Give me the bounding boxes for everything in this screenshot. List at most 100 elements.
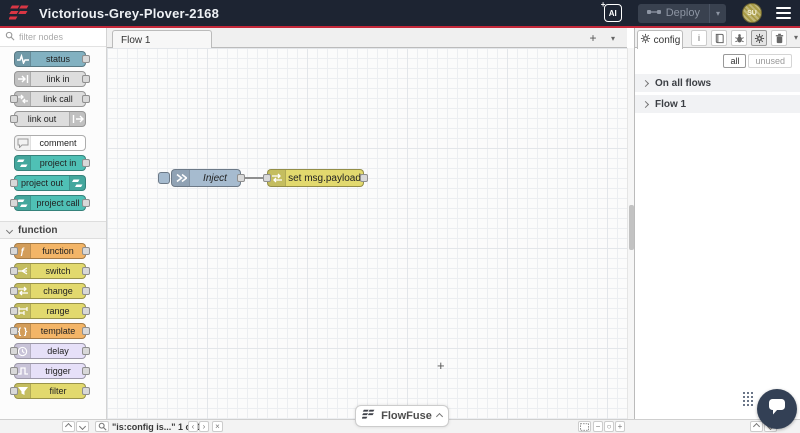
project-icon [69, 176, 85, 190]
inject-node[interactable]: Inject [171, 169, 245, 187]
main-menu-button[interactable] [776, 7, 791, 19]
flow-list-button[interactable]: ▾ [605, 30, 621, 46]
input-port[interactable] [10, 307, 18, 315]
ai-assistant-button[interactable]: + AI [601, 0, 622, 22]
output-port[interactable] [82, 95, 90, 103]
inject-trigger-button[interactable] [158, 172, 170, 184]
chevron-up-icon [64, 422, 73, 431]
output-port[interactable] [82, 247, 90, 255]
sidebar-tabbar: config i ▾ [635, 28, 800, 49]
palette-node-label: function [42, 246, 74, 256]
palette-node-trigger[interactable]: trigger [10, 363, 90, 379]
output-port[interactable] [82, 347, 90, 355]
input-port[interactable] [10, 287, 18, 295]
sparkle-icon: + [600, 0, 606, 9]
chevron-down-icon [78, 422, 87, 431]
delete-tab-button[interactable] [771, 30, 787, 46]
palette-node-range[interactable]: range [10, 303, 90, 319]
input-port[interactable] [10, 247, 18, 255]
input-port[interactable] [10, 347, 18, 355]
filter-all-button[interactable]: all [723, 54, 747, 68]
palette-node-label: trigger [45, 366, 71, 376]
flowfuse-panel-button[interactable]: FlowFuse [355, 405, 449, 427]
palette-node-change[interactable]: change [10, 283, 90, 299]
palette-node-label: project in [39, 158, 77, 168]
deploy-options-button[interactable]: ▾ [708, 3, 726, 23]
flowfuse-logo-icon[interactable] [9, 5, 31, 21]
palette-node-filter[interactable]: filter [10, 383, 90, 399]
output-port[interactable] [82, 327, 90, 335]
tab-flow1[interactable]: Flow 1 [112, 30, 212, 49]
info-tab-button[interactable]: i [691, 30, 707, 46]
palette-category-function[interactable]: function [0, 221, 106, 239]
sidebar-menu-button[interactable]: ▾ [794, 33, 798, 42]
palette-node-label: delay [47, 346, 69, 356]
palette-node-link-in[interactable]: link in [14, 71, 90, 87]
output-port[interactable] [82, 159, 90, 167]
palette-node-switch[interactable]: switch [10, 263, 90, 279]
input-port[interactable] [10, 199, 18, 207]
zoom-out-button[interactable]: − [593, 421, 603, 432]
canvas-scrollbar[interactable] [627, 48, 634, 419]
palette-node-delay[interactable]: delay [10, 343, 90, 359]
output-port[interactable] [82, 199, 90, 207]
workspace-tabbar: Flow 1 + ▾ [107, 28, 627, 49]
input-port[interactable] [263, 174, 271, 182]
palette-node-status[interactable]: status [14, 51, 90, 67]
input-port[interactable] [10, 267, 18, 275]
output-port[interactable] [82, 387, 90, 395]
search-button[interactable] [95, 421, 109, 432]
user-avatar[interactable]: SU [742, 3, 762, 23]
palette-collapse-down-button[interactable] [76, 421, 89, 432]
add-flow-button[interactable]: + [585, 30, 601, 46]
output-port[interactable] [82, 307, 90, 315]
palette-node-comment[interactable]: comment [14, 135, 86, 151]
config-tab-button[interactable] [751, 30, 767, 46]
output-port[interactable] [82, 267, 90, 275]
help-tab-button[interactable] [711, 30, 727, 46]
palette-node-template[interactable]: { } template [10, 323, 90, 339]
flow-canvas[interactable]: Inject set msg.payload + [107, 48, 627, 419]
palette-node-link-out[interactable]: link out [10, 111, 86, 127]
palette-node-label: link in [46, 74, 70, 84]
zoom-reset-button[interactable]: ○ [604, 421, 614, 432]
chat-widget-button[interactable] [757, 389, 797, 429]
palette-filter-input[interactable] [19, 32, 101, 42]
search-next-button[interactable]: › [199, 421, 209, 432]
palette-node-project-call[interactable]: project call [10, 195, 90, 211]
input-port[interactable] [10, 327, 18, 335]
output-port[interactable] [82, 55, 90, 63]
palette-node-label: status [45, 54, 70, 64]
project-icon [15, 156, 31, 170]
palette-node-label: switch [45, 266, 71, 276]
deploy-button[interactable]: Deploy [638, 4, 709, 23]
input-port[interactable] [10, 179, 18, 187]
input-port[interactable] [10, 387, 18, 395]
navigator-button[interactable] [578, 421, 591, 432]
zoom-in-button[interactable]: + [615, 421, 625, 432]
filter-unused-button[interactable]: unused [748, 54, 792, 68]
tab-config[interactable]: config [637, 30, 683, 49]
input-port[interactable] [10, 367, 18, 375]
drag-handle-dots[interactable] [743, 392, 755, 408]
output-port[interactable] [82, 367, 90, 375]
palette-node-link-call[interactable]: link call [10, 91, 90, 107]
output-port[interactable] [82, 287, 90, 295]
search-prev-button[interactable]: ‹ [188, 421, 198, 432]
input-port[interactable] [10, 95, 18, 103]
palette-node-project-out[interactable]: project out [10, 175, 86, 191]
palette-node-function[interactable]: ƒ function [10, 243, 90, 259]
palette-node-project-in[interactable]: project in [14, 155, 90, 171]
sidebar-expand-up-button[interactable] [750, 421, 763, 432]
change-node[interactable]: set msg.payload [263, 169, 368, 187]
palette-collapse-up-button[interactable] [62, 421, 75, 432]
config-section-global[interactable]: On all flows [635, 74, 800, 92]
palette-node-label: range [46, 306, 70, 316]
search-close-button[interactable]: × [212, 421, 223, 432]
input-port[interactable] [10, 115, 18, 123]
config-section-flow1[interactable]: Flow 1 [635, 95, 800, 113]
chevron-right-icon [641, 100, 650, 108]
output-port[interactable] [360, 174, 368, 182]
output-port[interactable] [82, 75, 90, 83]
debug-tab-button[interactable] [731, 30, 747, 46]
